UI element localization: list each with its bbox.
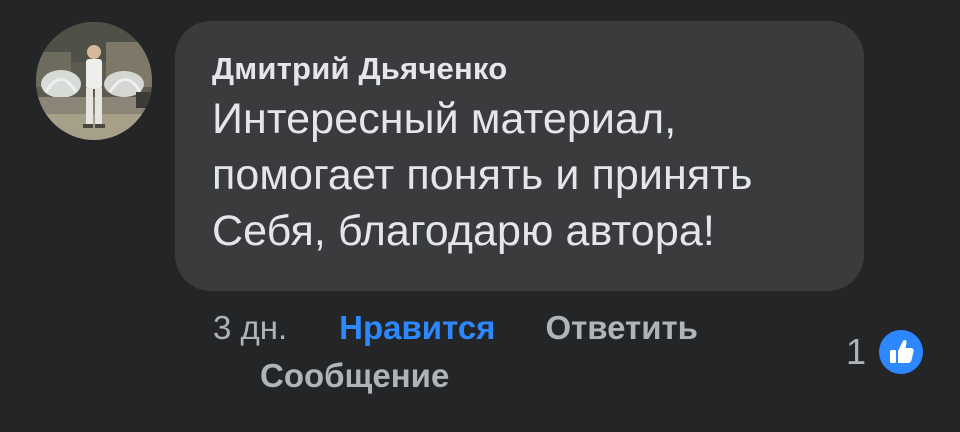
comment-timestamp[interactable]: 3 дн.	[213, 304, 287, 352]
like-button[interactable]: Нравится	[339, 304, 495, 352]
comment-bubble: Дмитрий Дьяченко Интересный материал, по…	[175, 21, 864, 291]
reactions-summary[interactable]: 1	[846, 327, 927, 377]
message-button[interactable]: Сообщение	[260, 352, 449, 400]
comment: Дмитрий Дьяченко Интересный материал, по…	[0, 0, 960, 432]
like-reaction-badge	[876, 327, 927, 377]
thumbs-up-icon	[879, 330, 924, 374]
comment-text: Интересный материал, помогает понять и п…	[212, 95, 753, 255]
comment-actions: 3 дн. Нравится Ответить	[213, 304, 698, 352]
reaction-count: 1	[846, 331, 867, 372]
reply-button[interactable]: Ответить	[545, 304, 698, 352]
comment-author[interactable]: Дмитрий Дьяченко	[212, 47, 844, 91]
avatar[interactable]	[36, 22, 152, 140]
avatar-photo	[36, 22, 152, 140]
